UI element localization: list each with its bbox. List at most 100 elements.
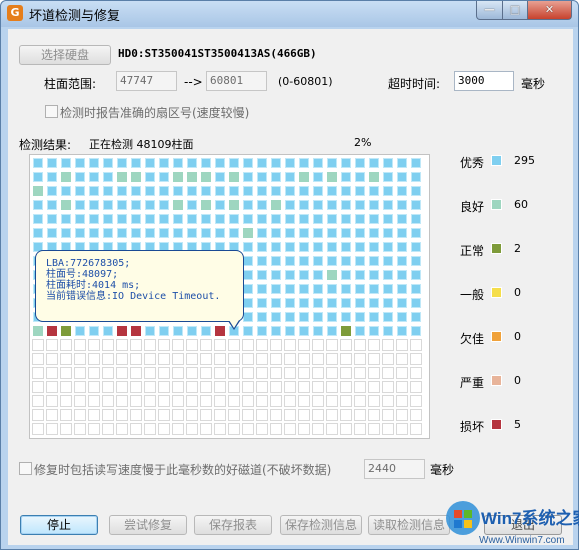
cylinder-cell[interactable] <box>312 339 324 351</box>
cylinder-cell[interactable] <box>410 423 422 435</box>
cylinder-cell[interactable] <box>354 171 366 183</box>
cylinder-cell[interactable] <box>172 227 184 239</box>
cylinder-cell[interactable] <box>284 213 296 225</box>
cylinder-cell[interactable] <box>284 171 296 183</box>
cylinder-cell[interactable] <box>354 325 366 337</box>
cylinder-cell[interactable] <box>410 381 422 393</box>
cylinder-cell[interactable] <box>116 381 128 393</box>
cylinder-cell[interactable] <box>256 409 268 421</box>
cylinder-cell[interactable] <box>144 381 156 393</box>
cylinder-cell[interactable] <box>340 423 352 435</box>
cylinder-cell[interactable] <box>284 381 296 393</box>
cylinder-cell[interactable] <box>256 213 268 225</box>
cylinder-cell[interactable] <box>256 171 268 183</box>
cylinder-cell[interactable] <box>116 367 128 379</box>
select-disk-button[interactable]: 选择硬盘 <box>19 45 111 65</box>
cylinder-cell[interactable] <box>326 213 338 225</box>
cylinder-cell[interactable] <box>270 353 282 365</box>
cylinder-cell[interactable] <box>102 213 114 225</box>
cylinder-cell[interactable] <box>200 423 212 435</box>
cylinder-cell[interactable] <box>256 185 268 197</box>
cylinder-cell[interactable] <box>144 423 156 435</box>
cylinder-cell[interactable] <box>228 227 240 239</box>
cylinder-cell[interactable] <box>270 199 282 211</box>
cylinder-cell[interactable] <box>256 227 268 239</box>
cylinder-cell[interactable] <box>172 325 184 337</box>
cylinder-cell[interactable] <box>368 283 380 295</box>
cylinder-cell[interactable] <box>186 367 198 379</box>
cylinder-cell[interactable] <box>200 157 212 169</box>
cylinder-cell[interactable] <box>60 325 72 337</box>
cylinder-cell[interactable] <box>60 157 72 169</box>
cylinder-cell[interactable] <box>312 213 324 225</box>
cylinder-cell[interactable] <box>74 395 86 407</box>
cylinder-cell[interactable] <box>158 157 170 169</box>
cylinder-cell[interactable] <box>396 325 408 337</box>
cylinder-cell[interactable] <box>312 185 324 197</box>
cylinder-cell[interactable] <box>214 339 226 351</box>
cylinder-cell[interactable] <box>396 185 408 197</box>
cylinder-cell[interactable] <box>172 381 184 393</box>
cylinder-cell[interactable] <box>298 213 310 225</box>
cylinder-cell[interactable] <box>228 185 240 197</box>
cylinder-cell[interactable] <box>298 269 310 281</box>
minimize-button[interactable]: — <box>476 1 503 20</box>
cylinder-cell[interactable] <box>284 241 296 253</box>
cylinder-cell[interactable] <box>200 395 212 407</box>
cylinder-cell[interactable] <box>298 297 310 309</box>
cylinder-cell[interactable] <box>172 409 184 421</box>
cylinder-cell[interactable] <box>74 171 86 183</box>
cylinder-cell[interactable] <box>354 339 366 351</box>
cylinder-cell[interactable] <box>340 283 352 295</box>
cylinder-cell[interactable] <box>46 171 58 183</box>
cylinder-cell[interactable] <box>270 339 282 351</box>
cylinder-cell[interactable] <box>396 157 408 169</box>
cylinder-cell[interactable] <box>144 325 156 337</box>
cylinder-cell[interactable] <box>284 199 296 211</box>
cylinder-cell[interactable] <box>382 157 394 169</box>
cylinder-cell[interactable] <box>74 325 86 337</box>
cylinder-cell[interactable] <box>130 199 142 211</box>
cylinder-cell[interactable] <box>172 171 184 183</box>
cylinder-cell[interactable] <box>368 339 380 351</box>
cylinder-cell[interactable] <box>312 199 324 211</box>
save-report-button[interactable]: 保存报表 <box>194 515 272 535</box>
cylinder-cell[interactable] <box>158 339 170 351</box>
cylinder-cell[interactable] <box>158 367 170 379</box>
cylinder-cell[interactable] <box>396 227 408 239</box>
cylinder-cell[interactable] <box>144 157 156 169</box>
cylinder-cell[interactable] <box>46 213 58 225</box>
cylinder-cell[interactable] <box>130 353 142 365</box>
cylinder-cell[interactable] <box>410 409 422 421</box>
cylinder-cell[interactable] <box>228 423 240 435</box>
cylinder-cell[interactable] <box>74 423 86 435</box>
cylinder-cell[interactable] <box>368 395 380 407</box>
cylinder-cell[interactable] <box>368 423 380 435</box>
cylinder-cell[interactable] <box>298 199 310 211</box>
cylinder-cell[interactable] <box>32 171 44 183</box>
cylinder-cell[interactable] <box>354 297 366 309</box>
cylinder-cell[interactable] <box>382 353 394 365</box>
cylinder-cell[interactable] <box>130 227 142 239</box>
cylinder-cell[interactable] <box>256 255 268 267</box>
cylinder-cell[interactable] <box>284 185 296 197</box>
cylinder-cell[interactable] <box>158 185 170 197</box>
cylinder-cell[interactable] <box>172 367 184 379</box>
stop-button[interactable]: 停止 <box>20 515 98 535</box>
cylinder-to-input[interactable]: 60801 <box>206 71 267 91</box>
cylinder-cell[interactable] <box>172 353 184 365</box>
cylinder-cell[interactable] <box>382 339 394 351</box>
cylinder-cell[interactable] <box>186 157 198 169</box>
cylinder-cell[interactable] <box>214 395 226 407</box>
cylinder-cell[interactable] <box>186 423 198 435</box>
cylinder-cell[interactable] <box>284 339 296 351</box>
title-bar[interactable]: G 坏道检测与修复 — □ ✕ <box>1 1 578 27</box>
cylinder-cell[interactable] <box>32 353 44 365</box>
cylinder-cell[interactable] <box>312 367 324 379</box>
cylinder-cell[interactable] <box>228 395 240 407</box>
timeout-input[interactable]: 3000 <box>454 71 514 91</box>
cylinder-cell[interactable] <box>382 255 394 267</box>
cylinder-cell[interactable] <box>298 325 310 337</box>
cylinder-cell[interactable] <box>102 227 114 239</box>
cylinder-cell[interactable] <box>228 171 240 183</box>
